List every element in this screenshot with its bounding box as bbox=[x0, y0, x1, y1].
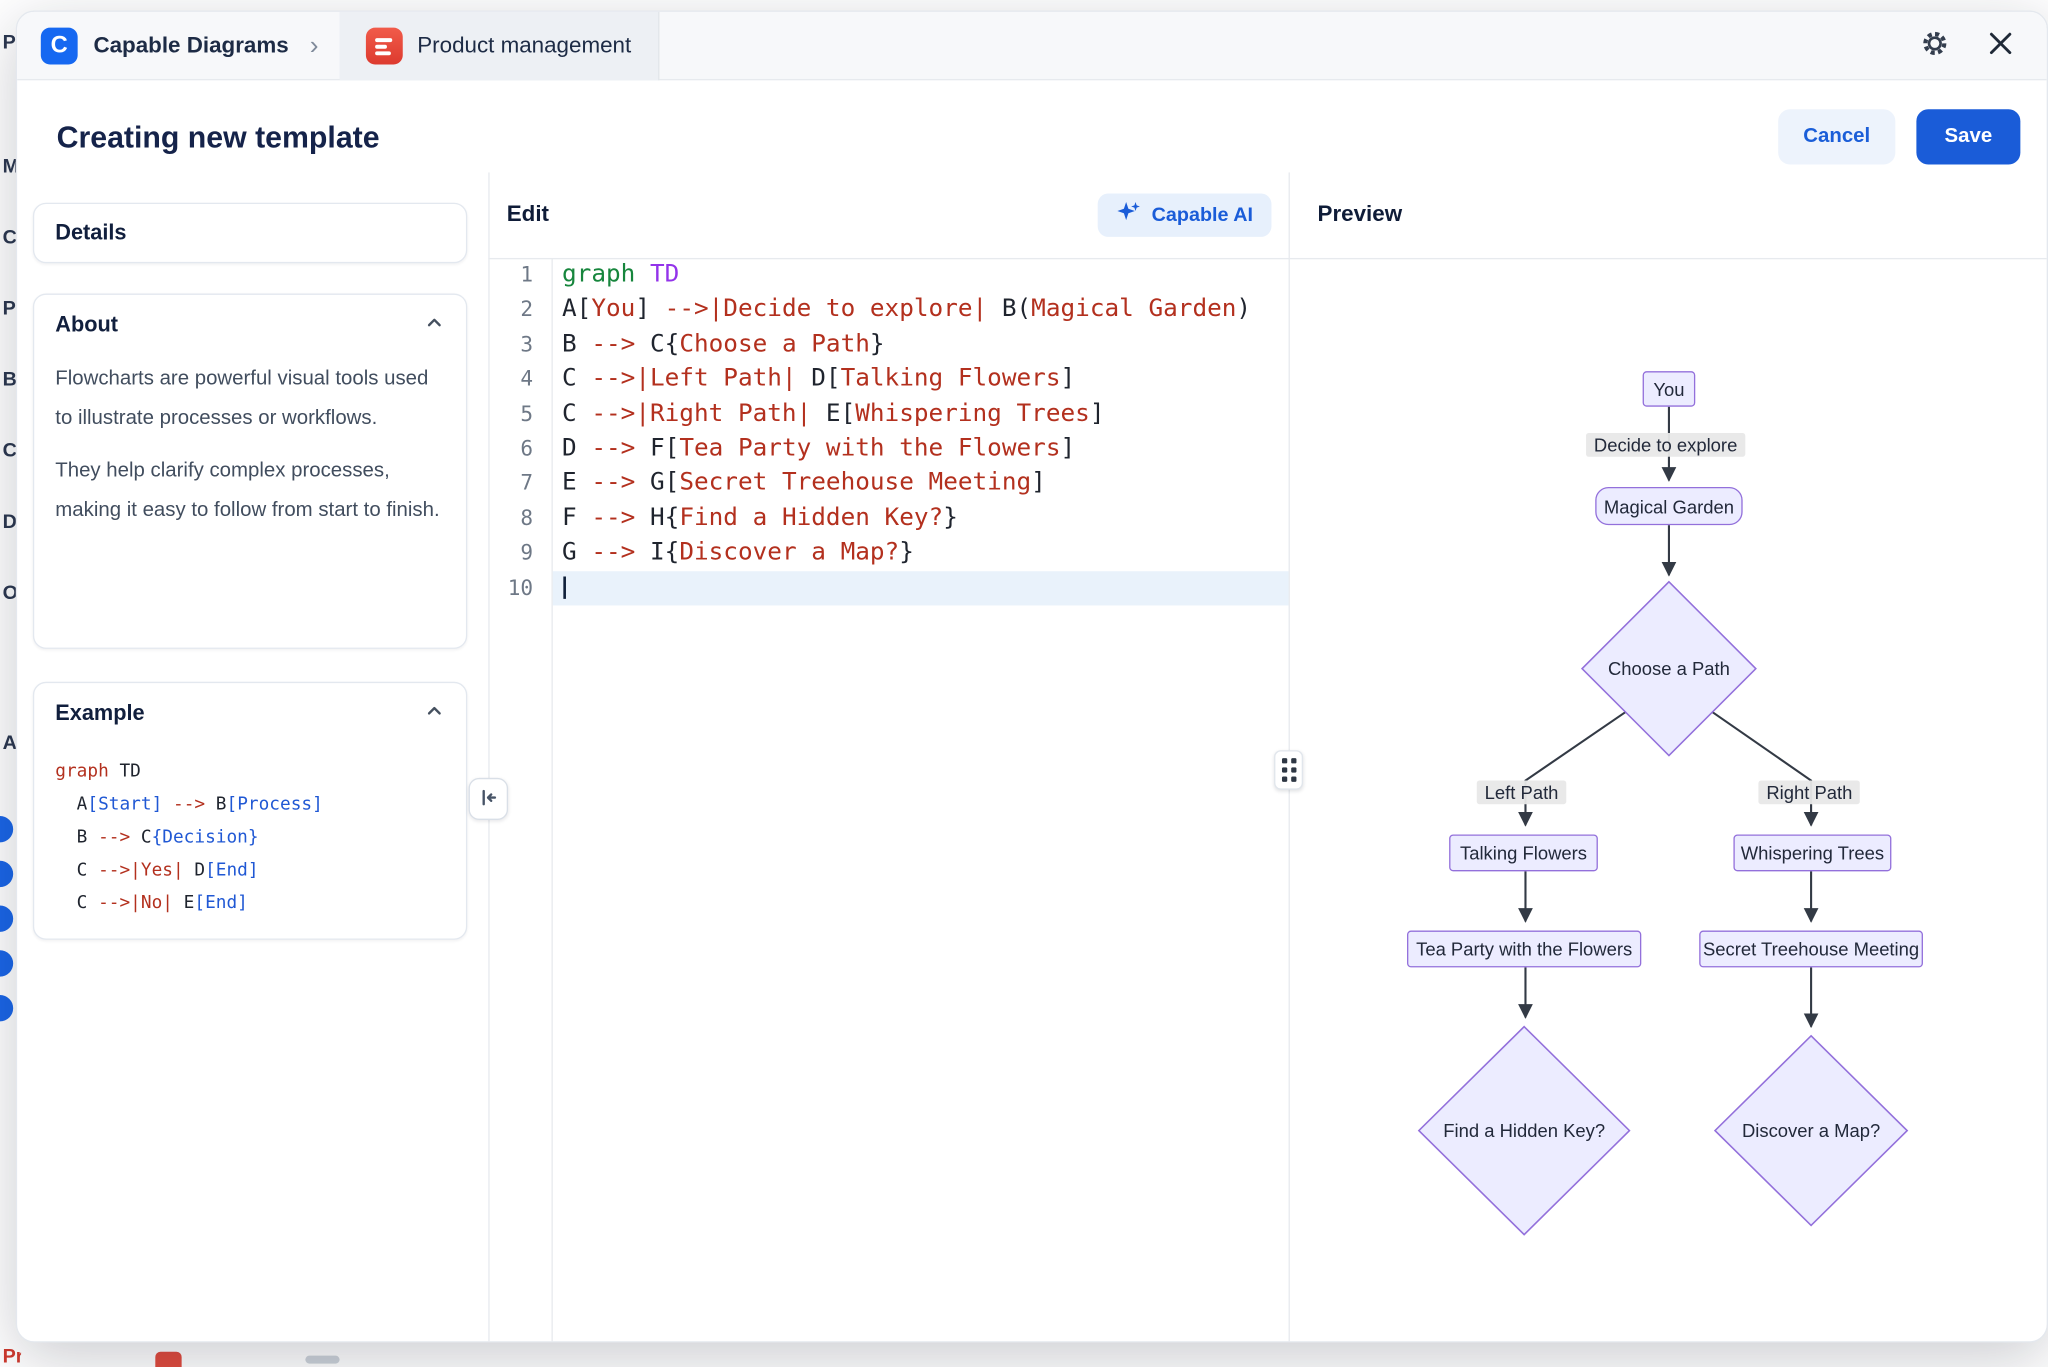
project-icon bbox=[366, 27, 403, 64]
code-line: G --> I{Discover a Map?} bbox=[562, 536, 1251, 571]
topbar-actions bbox=[1918, 26, 2047, 64]
code-line: D --> F[Tea Party with the Flowers] bbox=[562, 432, 1251, 467]
close-button[interactable] bbox=[1986, 29, 2015, 62]
close-icon bbox=[1989, 32, 2013, 60]
edge-label-right-path: Right Path bbox=[1758, 781, 1860, 805]
edge-label-left-path: Left Path bbox=[1477, 781, 1567, 805]
about-paragraph: They help clarify complex processes, mak… bbox=[55, 451, 445, 530]
screen: PrMClPrByCaDiOlAP Pr C Capable Diagrams … bbox=[0, 0, 2048, 1367]
line-number: 1 bbox=[488, 258, 546, 293]
code-line: E --> G[Secret Treehouse Meeting] bbox=[562, 466, 1251, 501]
editor-code[interactable]: graph TDA[You] -->|Decide to explore| B(… bbox=[562, 258, 1251, 605]
code-line: C -->|Yes| D[End] bbox=[55, 854, 445, 887]
about-section-header[interactable]: About bbox=[34, 295, 466, 357]
gutter-divider bbox=[551, 258, 552, 1343]
edge-label-decide: Decide to explore bbox=[1586, 433, 1745, 457]
node-choose-a-path: Choose a Path bbox=[1590, 653, 1748, 685]
node-hidden-key: Find a Hidden Key? bbox=[1432, 1115, 1616, 1147]
save-button[interactable]: Save bbox=[1916, 109, 2020, 164]
edit-panel-title: Edit bbox=[507, 201, 549, 227]
code-line: C -->|No| E[End] bbox=[55, 887, 445, 920]
collapse-left-icon bbox=[478, 786, 499, 811]
example-title: Example bbox=[55, 702, 144, 727]
breadcrumb-separator: › bbox=[310, 32, 319, 58]
background-app-icon bbox=[0, 816, 13, 842]
capable-ai-label: Capable AI bbox=[1152, 204, 1253, 226]
code-line: F --> H{Find a Hidden Key?} bbox=[562, 501, 1251, 536]
preview-panel-title: Preview bbox=[1318, 201, 1403, 227]
edge-choose-whispering bbox=[1712, 712, 1811, 825]
line-number: 7 bbox=[488, 466, 546, 501]
code-line: B --> C{Decision} bbox=[55, 821, 445, 854]
code-line: graph TD bbox=[55, 755, 445, 788]
about-card: About Flowcharts are powerful visual too… bbox=[33, 294, 467, 649]
code-line: C -->|Right Path| E[Whispering Trees] bbox=[562, 397, 1251, 432]
editor-gutter: 12345678910 bbox=[488, 258, 546, 605]
code-line: A[Start] --> B[Process] bbox=[55, 788, 445, 821]
background-app-icon bbox=[0, 861, 13, 887]
gear-icon bbox=[1920, 29, 1949, 62]
new-template-dialog: C Capable Diagrams › Product management bbox=[16, 11, 2048, 1343]
panel-resize-handle[interactable] bbox=[1274, 750, 1303, 789]
logo-letter: C bbox=[51, 32, 68, 60]
node-tea-party: Tea Party with the Flowers bbox=[1407, 931, 1641, 968]
line-number: 2 bbox=[488, 293, 546, 328]
chevron-up-icon bbox=[424, 312, 445, 340]
line-number: 4 bbox=[488, 362, 546, 397]
breadcrumb-project[interactable]: Product management bbox=[340, 11, 659, 79]
example-section-header[interactable]: Example bbox=[34, 683, 466, 745]
node-you: You bbox=[1643, 371, 1696, 407]
example-code: graph TD A[Start] --> B[Process] B --> C… bbox=[55, 755, 445, 920]
line-number: 3 bbox=[488, 327, 546, 362]
details-card: Details bbox=[33, 203, 467, 264]
line-number: 8 bbox=[488, 501, 546, 536]
background-app-icon bbox=[0, 995, 13, 1021]
collapse-sidebar-button[interactable] bbox=[469, 778, 508, 820]
background-text-fragment: Pr bbox=[3, 1345, 21, 1367]
line-number: 5 bbox=[488, 397, 546, 432]
details-title: Details bbox=[55, 221, 126, 246]
breadcrumb-home[interactable]: C Capable Diagrams bbox=[17, 27, 289, 64]
cancel-button[interactable]: Cancel bbox=[1778, 109, 1895, 164]
project-name: Product management bbox=[417, 32, 631, 58]
chevron-up-icon bbox=[424, 700, 445, 728]
node-whispering-trees: Whispering Trees bbox=[1733, 834, 1891, 871]
code-line bbox=[562, 571, 1251, 606]
node-talking-flowers: Talking Flowers bbox=[1449, 834, 1598, 871]
background-app-icon bbox=[0, 950, 13, 976]
code-line: B --> C{Choose a Path} bbox=[562, 327, 1251, 362]
node-secret-treehouse: Secret Treehouse Meeting bbox=[1699, 931, 1923, 968]
edge-choose-talking bbox=[1525, 712, 1625, 825]
example-card: Example graph TD A[Start] --> B[Process]… bbox=[33, 682, 467, 940]
about-paragraph: Flowcharts are powerful visual tools use… bbox=[55, 359, 445, 438]
line-number: 9 bbox=[488, 536, 546, 571]
details-section-header[interactable]: Details bbox=[34, 204, 466, 263]
code-line: C -->|Left Path| D[Talking Flowers] bbox=[562, 362, 1251, 397]
code-line: graph TD bbox=[562, 258, 1251, 293]
line-number: 10 bbox=[488, 571, 546, 606]
settings-button[interactable] bbox=[1918, 26, 1952, 64]
capable-ai-button[interactable]: Capable AI bbox=[1098, 193, 1272, 236]
line-number: 6 bbox=[488, 432, 546, 467]
background-icon-fragment bbox=[155, 1352, 181, 1367]
page-title: Creating new template bbox=[57, 120, 380, 156]
node-discover-map: Discover a Map? bbox=[1732, 1115, 1890, 1147]
background-app-icon bbox=[0, 906, 13, 932]
header-actions: Cancel Save bbox=[1778, 109, 2020, 164]
dialog-topbar: C Capable Diagrams › Product management bbox=[17, 12, 2047, 80]
code-line: A[You] -->|Decide to explore| B(Magical … bbox=[562, 293, 1251, 328]
brand-name: Capable Diagrams bbox=[93, 32, 288, 58]
capable-logo: C bbox=[41, 27, 78, 64]
about-title: About bbox=[55, 313, 118, 338]
background-bar-fragment bbox=[305, 1356, 339, 1364]
about-body: Flowcharts are powerful visual tools use… bbox=[34, 359, 466, 551]
node-magical-garden: Magical Garden bbox=[1595, 487, 1742, 525]
sparkle-icon bbox=[1116, 200, 1141, 230]
